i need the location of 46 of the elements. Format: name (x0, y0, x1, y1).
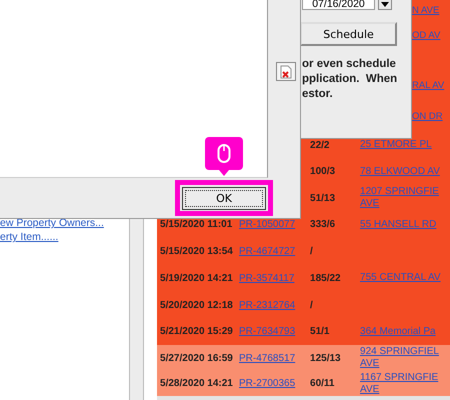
caret-icon (381, 2, 389, 7)
permit-link[interactable]: PR-2700365 (239, 378, 296, 390)
date-cell-text: 5/28/2020 14:21 (159, 378, 234, 390)
date-cell-text: 5/15/2020 13:54 (159, 246, 234, 257)
mouse-click-tooltip-icon (205, 137, 243, 177)
message-text: pplication. When (302, 72, 398, 87)
address-link[interactable]: 1167 SPRINGFIE AVE (360, 372, 450, 396)
parcel-cell-text: / (310, 246, 314, 257)
parcel-cell-text: 125/13 (310, 352, 342, 364)
message-text: estor. (302, 87, 334, 102)
schedule-button[interactable]: Schedule (300, 22, 397, 46)
permit-link[interactable]: PR-4674727 (239, 246, 296, 257)
ok-button[interactable]: OK (182, 187, 266, 210)
date-cell-text: 5/20/2020 12:18 (159, 300, 234, 311)
address-link[interactable]: 924 SPRINGFIEL AVE (360, 346, 450, 370)
date-cell-text: 5/19/2020 14:21 (159, 272, 234, 284)
parcel-cell-text: 51/13 (310, 192, 336, 204)
parcel-cell-text: 60/11 (310, 378, 336, 390)
address-link[interactable]: 25 ETMORE PL (360, 139, 450, 152)
date-cell-text: 5/21/2020 15:29 (159, 326, 234, 338)
parcel-cell-text: 51/1 (310, 326, 330, 338)
parcel-cell-text: 22/2 (310, 140, 330, 151)
address-link[interactable]: OD AV (412, 30, 450, 42)
parcel-cell-text: 185/22 (310, 272, 342, 284)
permit-link[interactable]: PR-3574117 (239, 272, 294, 284)
address-link[interactable]: RAL AV (412, 80, 450, 92)
address-link[interactable]: N AVE (412, 5, 450, 18)
parcel-cell-text: / (310, 300, 314, 311)
link[interactable]: erty Item...... (0, 231, 130, 243)
address-link[interactable]: 78 ELKWOOD AV (360, 166, 450, 178)
permit-link[interactable]: PR-7634793 (239, 326, 296, 338)
permit-link[interactable]: PR-4768517 (239, 352, 296, 364)
parcel-cell-text: 100/3 (310, 166, 336, 178)
permit-link[interactable]: PR-2312764 (239, 300, 296, 311)
address-link[interactable]: 755 CENTRAL AV (360, 272, 450, 284)
date-cell-text: 5/27/2020 16:59 (159, 352, 234, 364)
address-link[interactable]: 364 Memorial Pa (360, 326, 450, 338)
message-text: or even schedule (302, 57, 397, 72)
link[interactable]: ew Property Owners... (0, 217, 130, 229)
permit-link[interactable]: PR-1050077 (239, 219, 296, 230)
address-link[interactable]: ON DR (412, 110, 450, 123)
parcel-cell-text: 333/6 (310, 219, 336, 230)
address-link[interactable]: 55 HANSELL RD (360, 218, 450, 231)
address-link[interactable]: 1207 SPRINGFIE AVE (360, 186, 450, 210)
broken-image-icon (276, 62, 296, 81)
date-cell-text: 5/15/2020 11:01 (159, 219, 234, 230)
